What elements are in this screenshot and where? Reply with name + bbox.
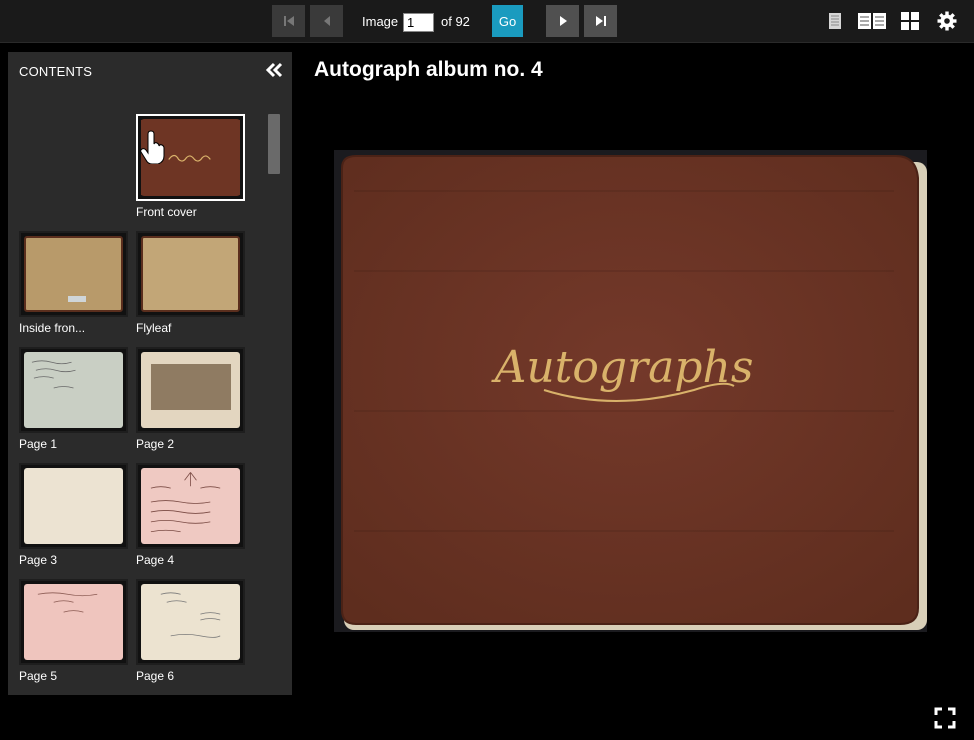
last-image-button[interactable]	[584, 5, 617, 37]
fullscreen-icon[interactable]	[934, 707, 956, 729]
image-label: Image	[362, 14, 399, 29]
thumbnail-label: Front cover	[136, 205, 197, 219]
contents-title: CONTENTS	[19, 64, 93, 79]
top-toolbar: Image of 92 Go	[0, 0, 974, 43]
contents-panel: CONTENTS Front cover Inside fron... Flyl…	[8, 52, 292, 695]
thumbnail-image	[24, 352, 123, 428]
image-total-label: of 92	[441, 14, 470, 29]
next-image-button[interactable]	[546, 5, 579, 37]
collapse-panel-icon[interactable]	[264, 62, 284, 78]
thumbnail-label: Page 3	[19, 553, 58, 567]
thumbnail-image	[141, 584, 240, 660]
album-cover-image: Autographs	[334, 150, 927, 632]
page-title: Autograph album no. 4	[314, 58, 543, 81]
handwriting-art	[150, 472, 221, 533]
single-page-view-icon[interactable]	[825, 11, 845, 31]
gear-icon[interactable]	[937, 11, 957, 31]
thumbnail-label: Page 2	[136, 437, 175, 451]
thumbnail-page-2[interactable]	[136, 347, 245, 433]
thumbnail-page-5[interactable]	[19, 579, 128, 665]
two-page-view-icon[interactable]	[857, 11, 887, 31]
thumbnail-image	[141, 468, 240, 544]
thumbnail-page-3[interactable]	[19, 463, 128, 549]
thumbnail-label: Flyleaf	[136, 321, 172, 335]
hand-cursor-icon	[140, 130, 165, 164]
handwriting-art	[31, 360, 76, 389]
thumbnail-image	[24, 584, 123, 660]
thumbnail-label: Page 4	[136, 553, 175, 567]
thumbnail-label: Page 5	[19, 669, 58, 683]
thumbnail-label: Page 1	[19, 437, 58, 451]
image-viewer[interactable]: Autographs	[334, 150, 927, 632]
thumbnail-image	[141, 352, 240, 428]
skip-last-icon	[595, 16, 606, 26]
skip-first-icon	[283, 16, 294, 26]
chevron-right-icon	[559, 16, 567, 26]
photograph	[151, 364, 231, 410]
previous-image-button[interactable]	[310, 5, 343, 37]
grid-view-icon[interactable]	[900, 11, 920, 31]
bookplate-label	[68, 296, 86, 302]
thumbnail-image	[24, 236, 123, 312]
image-number-input[interactable]	[403, 13, 434, 32]
thumbnail-image	[141, 236, 240, 312]
thumbnail-image	[24, 468, 123, 544]
contents-scrollbar[interactable]	[268, 114, 280, 174]
thumbnail-label: Page 6	[136, 669, 175, 683]
thumbnail-page-4[interactable]	[136, 463, 245, 549]
first-image-button[interactable]	[272, 5, 305, 37]
handwriting-art	[160, 592, 221, 638]
thumbnail-flyleaf[interactable]	[136, 231, 245, 317]
handwriting-art	[37, 592, 98, 613]
thumbnail-label: Inside fron...	[19, 321, 86, 335]
go-button[interactable]: Go	[492, 5, 523, 37]
chevron-left-icon	[323, 16, 330, 26]
thumbnail-inside-front[interactable]	[19, 231, 128, 317]
thumbnail-page-1[interactable]	[19, 347, 128, 433]
thumbnail-page-6[interactable]	[136, 579, 245, 665]
thumbnail-front-cover[interactable]	[136, 114, 245, 201]
